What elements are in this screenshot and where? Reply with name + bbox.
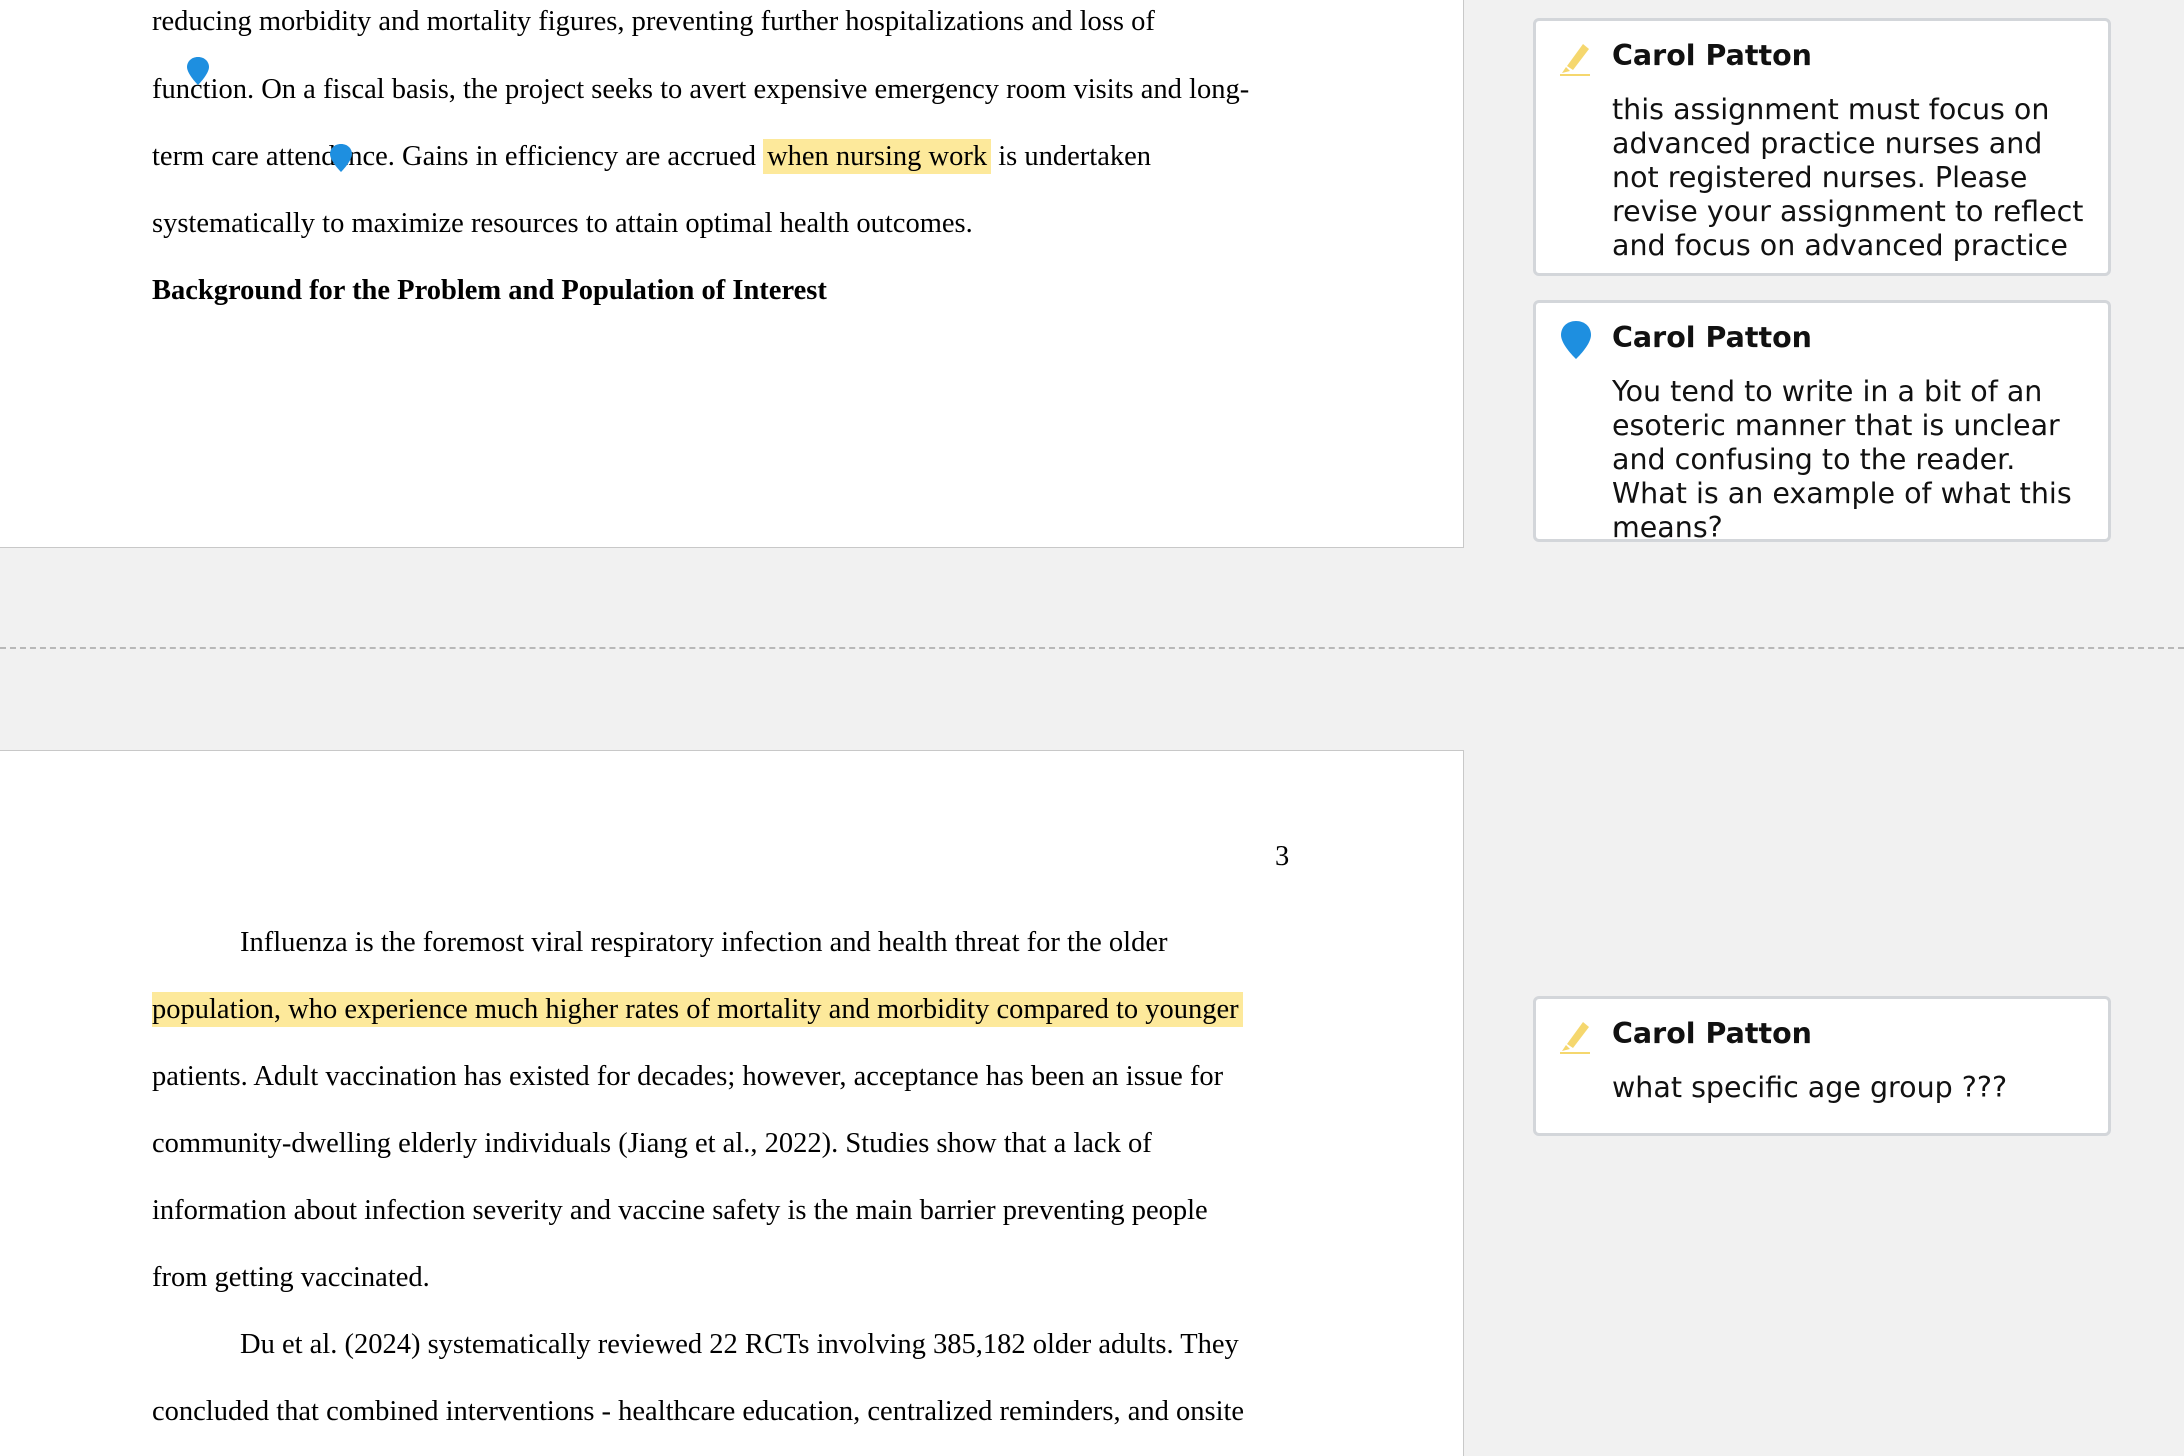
body-text-line: systematically to maximize resources to …: [152, 208, 973, 239]
comment-card[interactable]: Carol Patton this assignment must focus …: [1533, 18, 2111, 276]
highlighted-text[interactable]: population, who experience much higher r…: [152, 992, 1243, 1027]
body-text-line: reducing morbidity and mortality figures…: [152, 6, 1155, 37]
body-text-line: population, who experience much higher r…: [152, 992, 1243, 1027]
comment-pin-icon[interactable]: [185, 56, 211, 86]
comment-card[interactable]: Carol Patton You tend to write in a bit …: [1533, 300, 2111, 544]
body-text-line: patients. Adult vaccination has existed …: [152, 1061, 1224, 1092]
page-break-divider: [0, 647, 2184, 649]
highlighter-icon: [1560, 44, 1590, 76]
section-heading: Background for the Problem and Populatio…: [152, 275, 827, 306]
highlighted-text[interactable]: when nursing work: [763, 139, 992, 174]
comment-text: what specific age group ???: [1612, 1071, 2008, 1104]
body-text-line: Influenza is the foremost viral respirat…: [240, 927, 1168, 958]
body-text-line: from getting vaccinated.: [152, 1262, 430, 1293]
body-text-segment: term care attendance. Gains in efficienc…: [152, 141, 764, 172]
body-text-line: information about infection severity and…: [152, 1195, 1208, 1226]
comment-author: Carol Patton: [1612, 1017, 1812, 1050]
comment-text-content: this assignment must focus on advanced p…: [1612, 93, 2084, 262]
document-page: 3 Influenza is the foremost viral respir…: [0, 750, 1464, 1456]
body-text-line: community-dwelling elderly individuals (…: [152, 1128, 1152, 1159]
highlighter-icon: [1560, 1022, 1590, 1054]
comment-card[interactable]: Carol Patton what specific age group ???: [1533, 996, 2111, 1136]
comment-pin-icon[interactable]: [328, 143, 354, 173]
body-text-line: Du et al. (2024) systematically reviewed…: [240, 1329, 1239, 1360]
body-text-line: function. On a fiscal basis, the project…: [152, 74, 1250, 105]
comment-text: this assignment must focus on advanced p…: [1612, 93, 2084, 263]
body-text-line: term care attendance. Gains in efficienc…: [152, 139, 1152, 174]
comment-text: You tend to write in a bit of an esoteri…: [1612, 375, 2072, 544]
comment-author: Carol Patton: [1612, 321, 1812, 354]
pin-icon: [1561, 321, 1591, 359]
page-number: 3: [1275, 841, 1290, 872]
comment-author: Carol Patton: [1612, 39, 1812, 72]
document-page: reducing morbidity and mortality figures…: [0, 0, 1464, 548]
body-text-line: concluded that combined interventions - …: [152, 1396, 1245, 1427]
body-text-segment: is undertaken: [991, 141, 1152, 172]
